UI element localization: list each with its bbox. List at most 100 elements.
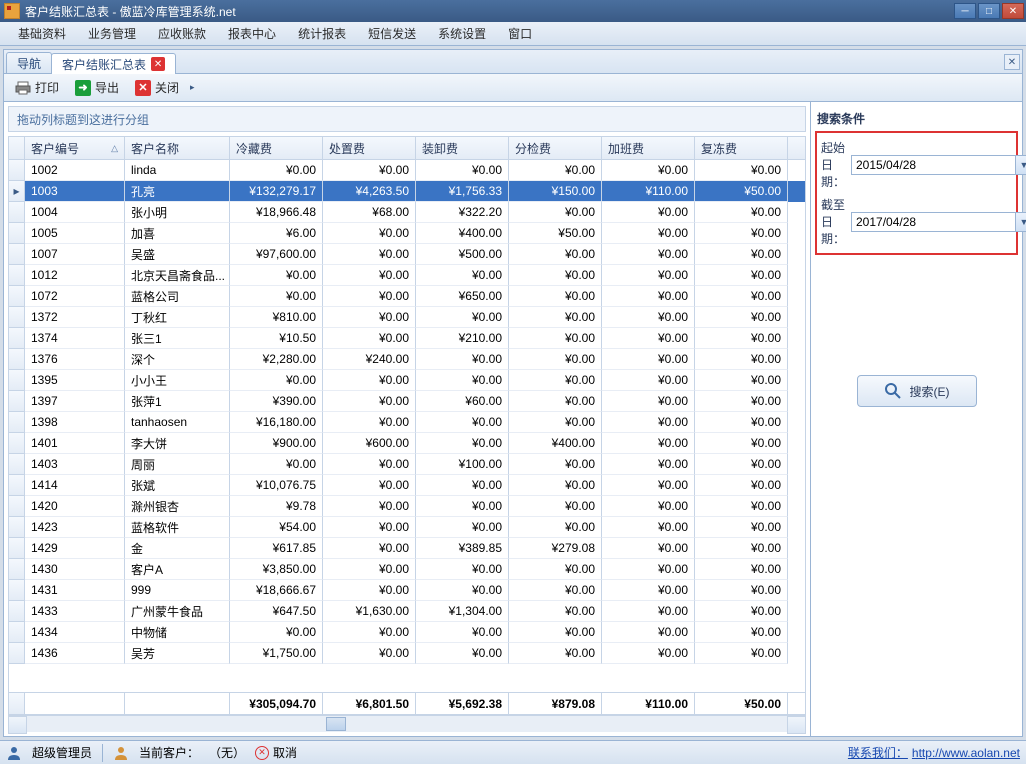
menu-stats[interactable]: 统计报表	[288, 22, 356, 45]
cell-value: ¥400.00	[416, 223, 509, 244]
export-button[interactable]: ➜ 导出	[68, 76, 126, 99]
col-refreeze-fee[interactable]: 复冻费	[695, 137, 788, 159]
col-sorting-fee[interactable]: 分检费	[509, 137, 602, 159]
grid-body: 1002linda¥0.00¥0.00¥0.00¥0.00¥0.00¥0.00▸…	[9, 160, 805, 692]
footer-total-1: ¥6,801.50	[323, 693, 416, 714]
menu-reports[interactable]: 报表中心	[218, 22, 286, 45]
menu-receivable[interactable]: 应收账款	[148, 22, 216, 45]
cell-value: ¥0.00	[602, 559, 695, 580]
table-row[interactable]: 1423蓝格软件¥54.00¥0.00¥0.00¥0.00¥0.00¥0.00	[9, 517, 805, 538]
table-row[interactable]: 1403周丽¥0.00¥0.00¥100.00¥0.00¥0.00¥0.00	[9, 454, 805, 475]
table-row[interactable]: 1420滁州银杏¥9.78¥0.00¥0.00¥0.00¥0.00¥0.00	[9, 496, 805, 517]
cell-customer-id: 1005	[25, 223, 125, 244]
row-indicator	[9, 244, 25, 265]
cell-customer-name: 客户A	[125, 559, 230, 580]
table-row[interactable]: 1395小小王¥0.00¥0.00¥0.00¥0.00¥0.00¥0.00	[9, 370, 805, 391]
table-row[interactable]: 1374张三1¥10.50¥0.00¥210.00¥0.00¥0.00¥0.00	[9, 328, 805, 349]
close-button[interactable]: ✕ 关闭	[128, 76, 186, 99]
menu-basic[interactable]: 基础资料	[8, 22, 76, 45]
cell-customer-id: 1397	[25, 391, 125, 412]
toolbar-chevron-icon[interactable]: ▸	[188, 78, 198, 97]
footer-total-5: ¥50.00	[695, 693, 788, 714]
print-label: 打印	[35, 79, 59, 96]
row-indicator	[9, 622, 25, 643]
menu-system[interactable]: 系统设置	[428, 22, 496, 45]
cell-value: ¥0.00	[695, 202, 788, 223]
group-by-strip[interactable]: 拖动列标题到这进行分组	[8, 106, 806, 132]
cancel-customer-button[interactable]: ✕ 取消	[255, 744, 297, 761]
cell-customer-name: 北京天昌斋食品...	[125, 265, 230, 286]
status-sep	[102, 744, 103, 762]
tab-close-icon[interactable]: ✕	[151, 57, 165, 71]
table-row[interactable]: 1072蓝格公司¥0.00¥0.00¥650.00¥0.00¥0.00¥0.00	[9, 286, 805, 307]
cell-value: ¥3,850.00	[230, 559, 323, 580]
start-date-dropdown-icon[interactable]: ▼	[1015, 155, 1026, 175]
tabstrip-close-button[interactable]: ✕	[1004, 54, 1020, 70]
cell-value: ¥0.00	[509, 349, 602, 370]
print-button[interactable]: 打印	[8, 76, 66, 99]
horizontal-scrollbar[interactable]	[8, 715, 806, 732]
table-row[interactable]: 1397张萍1¥390.00¥0.00¥60.00¥0.00¥0.00¥0.00	[9, 391, 805, 412]
table-row[interactable]: 1007吴盛¥97,600.00¥0.00¥500.00¥0.00¥0.00¥0…	[9, 244, 805, 265]
menu-business[interactable]: 业务管理	[78, 22, 146, 45]
table-row[interactable]: 1430客户A¥3,850.00¥0.00¥0.00¥0.00¥0.00¥0.0…	[9, 559, 805, 580]
cell-value: ¥97,600.00	[230, 244, 323, 265]
col-storage-fee[interactable]: 冷藏费	[230, 137, 323, 159]
contact-link[interactable]: http://www.aolan.net	[912, 746, 1020, 760]
cell-value: ¥0.00	[602, 517, 695, 538]
cell-value: ¥0.00	[416, 643, 509, 664]
tab-report[interactable]: 客户结账汇总表 ✕	[51, 53, 176, 74]
table-row[interactable]: 1012北京天昌斋食品...¥0.00¥0.00¥0.00¥0.00¥0.00¥…	[9, 265, 805, 286]
table-row[interactable]: 1429金¥617.85¥0.00¥389.85¥279.08¥0.00¥0.0…	[9, 538, 805, 559]
cell-value: ¥0.00	[695, 223, 788, 244]
cell-value: ¥0.00	[602, 538, 695, 559]
cell-value: ¥18,966.48	[230, 202, 323, 223]
menu-window[interactable]: 窗口	[498, 22, 542, 45]
cell-value: ¥210.00	[416, 328, 509, 349]
table-row[interactable]: 1376深个¥2,280.00¥240.00¥0.00¥0.00¥0.00¥0.…	[9, 349, 805, 370]
col-loading-fee[interactable]: 装卸费	[416, 137, 509, 159]
table-row[interactable]: 1398tanhaosen¥16,180.00¥0.00¥0.00¥0.00¥0…	[9, 412, 805, 433]
row-indicator	[9, 286, 25, 307]
search-button[interactable]: 搜索(E)	[857, 375, 977, 407]
end-date-input[interactable]	[851, 212, 1015, 232]
cell-value: ¥0.00	[509, 244, 602, 265]
table-row[interactable]: 1414张斌¥10,076.75¥0.00¥0.00¥0.00¥0.00¥0.0…	[9, 475, 805, 496]
table-row[interactable]: 1005加喜¥6.00¥0.00¥400.00¥50.00¥0.00¥0.00	[9, 223, 805, 244]
table-row[interactable]: 1434中物储¥0.00¥0.00¥0.00¥0.00¥0.00¥0.00	[9, 622, 805, 643]
cell-value: ¥6.00	[230, 223, 323, 244]
start-date-input[interactable]	[851, 155, 1015, 175]
table-row[interactable]: 1431999¥18,666.67¥0.00¥0.00¥0.00¥0.00¥0.…	[9, 580, 805, 601]
table-row[interactable]: 1433广州蒙牛食品¥647.50¥1,630.00¥1,304.00¥0.00…	[9, 601, 805, 622]
cell-value: ¥0.00	[416, 412, 509, 433]
table-row[interactable]: ▸1003孔亮¥132,279.17¥4,263.50¥1,756.33¥150…	[9, 181, 805, 202]
cell-value: ¥50.00	[509, 223, 602, 244]
close-icon: ✕	[135, 80, 151, 96]
cell-value: ¥18,666.67	[230, 580, 323, 601]
end-date-dropdown-icon[interactable]: ▼	[1015, 212, 1026, 232]
cell-value: ¥0.00	[323, 559, 416, 580]
col-customer-name[interactable]: 客户名称	[125, 137, 230, 159]
minimize-button[interactable]: ─	[954, 3, 976, 19]
cell-value: ¥0.00	[695, 454, 788, 475]
cell-value: ¥150.00	[509, 181, 602, 202]
window-close-button[interactable]: ✕	[1002, 3, 1024, 19]
col-disposal-fee[interactable]: 处置费	[323, 137, 416, 159]
col-customer-id[interactable]: 客户编号△	[25, 137, 125, 159]
cell-value: ¥0.00	[509, 370, 602, 391]
tab-navigation[interactable]: 导航	[6, 52, 52, 73]
cell-value: ¥0.00	[695, 496, 788, 517]
col-overtime-fee[interactable]: 加班费	[602, 137, 695, 159]
table-row[interactable]: 1002linda¥0.00¥0.00¥0.00¥0.00¥0.00¥0.00	[9, 160, 805, 181]
cell-value: ¥0.00	[602, 391, 695, 412]
cell-customer-name: 深个	[125, 349, 230, 370]
scrollbar-thumb[interactable]	[326, 717, 346, 731]
menu-sms[interactable]: 短信发送	[358, 22, 426, 45]
table-row[interactable]: 1436吴芳¥1,750.00¥0.00¥0.00¥0.00¥0.00¥0.00	[9, 643, 805, 664]
maximize-button[interactable]: □	[978, 3, 1000, 19]
cell-value: ¥617.85	[230, 538, 323, 559]
cell-customer-name: 吴盛	[125, 244, 230, 265]
table-row[interactable]: 1372丁秋红¥810.00¥0.00¥0.00¥0.00¥0.00¥0.00	[9, 307, 805, 328]
table-row[interactable]: 1004张小明¥18,966.48¥68.00¥322.20¥0.00¥0.00…	[9, 202, 805, 223]
table-row[interactable]: 1401李大饼¥900.00¥600.00¥0.00¥400.00¥0.00¥0…	[9, 433, 805, 454]
